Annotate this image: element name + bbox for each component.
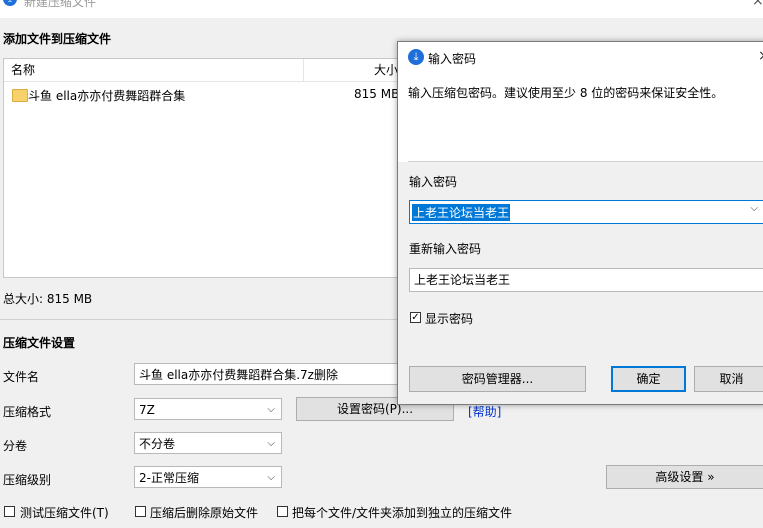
level-select[interactable]: 2-正常压缩 ⌵ (134, 466, 282, 488)
column-header-size[interactable]: 大小 (306, 59, 402, 81)
filename-input[interactable]: 斗鱼 ella亦亦付费舞蹈群合集.7z删除 (134, 363, 400, 385)
level-value: 2-正常压缩 (139, 471, 199, 485)
close-icon[interactable]: × (752, 0, 763, 9)
test-archive-checkbox[interactable] (4, 506, 15, 517)
add-files-heading: 添加文件到压缩文件 (3, 32, 112, 46)
dialog-hint: 输入压缩包密码。建议使用至少 8 位的密码来保证安全性。 (408, 86, 724, 100)
folder-icon (12, 89, 28, 102)
chevron-down-icon: ⌵ (267, 472, 275, 483)
file-name[interactable]: 斗鱼 ella亦亦付费舞蹈群合集 (28, 87, 185, 104)
format-value: 7Z (139, 403, 155, 417)
app-icon: ⤓ (408, 49, 424, 65)
volume-value: 不分卷 (139, 437, 176, 451)
help-link[interactable]: [帮助] (468, 403, 501, 420)
password-value: 上老王论坛当老王 (412, 204, 511, 221)
separate-archives-checkbox[interactable] (277, 506, 288, 517)
divider (0, 319, 400, 320)
chevron-down-icon[interactable]: ⌵ (750, 203, 758, 214)
total-size: 总大小: 815 MB (3, 292, 93, 306)
advanced-settings-button[interactable]: 高级设置 » (606, 465, 763, 489)
confirm-label: 重新输入密码 (409, 242, 482, 256)
confirm-password-input[interactable]: 上老王论坛当老王 (409, 268, 763, 292)
cancel-button[interactable]: 取消 (694, 366, 763, 392)
volume-select[interactable]: 不分卷 ⌵ (134, 432, 282, 454)
dialog-divider (408, 161, 763, 162)
show-password-label[interactable]: 显示密码 (425, 310, 473, 327)
format-select[interactable]: 7Z ⌵ (134, 398, 282, 420)
filename-label: 文件名 (3, 370, 40, 384)
password-input[interactable]: 上老王论坛当老王 ⌵ (409, 200, 763, 224)
separate-archives-label[interactable]: 把每个文件/文件夹添加到独立的压缩文件 (292, 504, 512, 521)
chevron-down-icon: ⌵ (267, 404, 275, 415)
password-label: 输入密码 (409, 175, 458, 189)
file-list[interactable]: 名称 大小 斗鱼 ella亦亦付费舞蹈群合集 815 MB (3, 58, 403, 278)
chevron-down-icon: ⌵ (267, 438, 275, 449)
delete-after-checkbox[interactable] (135, 506, 146, 517)
format-label: 压缩格式 (3, 405, 52, 419)
main-titlebar (0, 0, 763, 18)
delete-after-label[interactable]: 压缩后删除原始文件 (150, 504, 258, 521)
password-dialog: ⤓ 输入密码 × 输入压缩包密码。建议使用至少 8 位的密码来保证安全性。 输入… (397, 41, 763, 405)
test-archive-label[interactable]: 测试压缩文件(T) (20, 504, 109, 521)
password-manager-button[interactable]: 密码管理器... (409, 366, 586, 392)
close-icon[interactable]: × (758, 48, 763, 64)
column-header-name[interactable]: 名称 (4, 59, 304, 81)
header-divider (4, 81, 402, 82)
settings-heading: 压缩文件设置 (3, 336, 76, 350)
level-label: 压缩级别 (3, 473, 52, 487)
dialog-title: 输入密码 (428, 52, 477, 66)
show-password-checkbox[interactable]: ✓ (410, 312, 421, 323)
ok-button[interactable]: 确定 (611, 366, 686, 392)
window-title: 新建压缩文件 (24, 0, 97, 9)
volume-label: 分卷 (3, 439, 28, 453)
file-size: 815 MB (354, 87, 400, 101)
